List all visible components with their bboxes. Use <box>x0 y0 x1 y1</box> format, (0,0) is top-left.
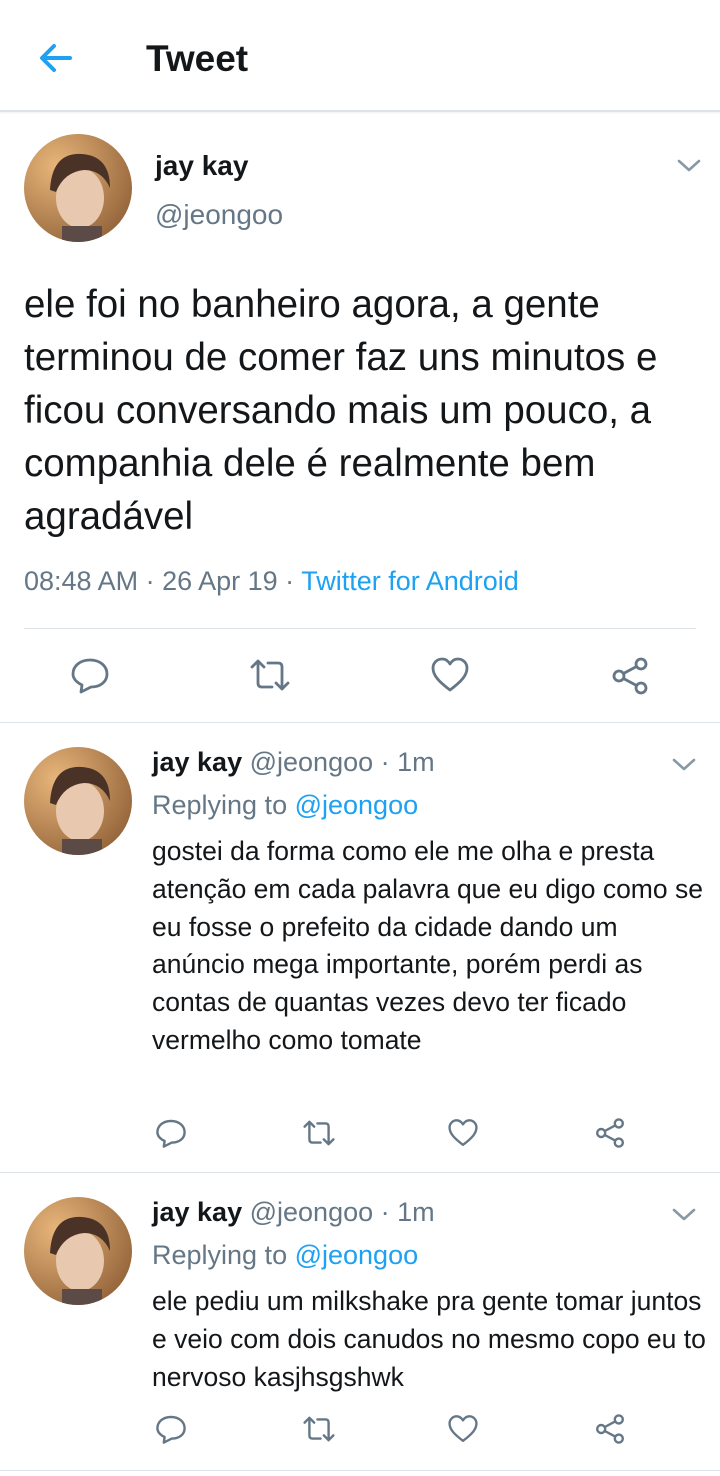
like-button[interactable] <box>447 1414 479 1444</box>
tweet-text: ele foi no banheiro agora, a gente termi… <box>24 283 658 538</box>
dot-separator: · <box>373 747 398 777</box>
page-title: Tweet <box>146 38 249 79</box>
avatar[interactable] <box>24 747 132 855</box>
author-handle[interactable]: @jeongoo <box>250 747 374 777</box>
heart-icon <box>448 1415 478 1443</box>
avatar[interactable] <box>24 134 132 242</box>
share-icon <box>612 657 648 695</box>
replying-handle[interactable]: @jeongoo <box>295 790 419 820</box>
tweet-source[interactable]: Twitter for Android <box>301 566 519 596</box>
avatar-image <box>24 1197 132 1305</box>
reply-bubble-icon <box>156 1119 186 1148</box>
share-icon <box>596 1118 624 1148</box>
replying-to: Replying to @jeongoo <box>152 790 418 821</box>
heart-icon <box>431 657 469 692</box>
back-button[interactable] <box>34 36 78 80</box>
share-button[interactable] <box>610 656 650 696</box>
author-handle[interactable]: @jeongoo <box>250 1197 374 1227</box>
reply-button[interactable] <box>70 655 110 695</box>
divider <box>0 1172 720 1173</box>
like-button[interactable] <box>447 1118 479 1148</box>
retweet-icon <box>303 1120 335 1146</box>
tweet-date: 26 Apr 19 <box>162 566 278 596</box>
author-name[interactable]: jay kay <box>155 150 248 182</box>
retweet-icon <box>250 659 290 691</box>
reply-button[interactable] <box>155 1117 187 1149</box>
author-handle[interactable]: @jeongoo <box>155 199 283 231</box>
retweet-button[interactable] <box>301 1117 337 1149</box>
reply-header: jay kay @jeongoo · 1m <box>152 1197 435 1228</box>
share-button[interactable] <box>594 1117 626 1149</box>
reply-bubble-icon <box>156 1415 186 1444</box>
tweet-time: 08:48 AM <box>24 566 139 596</box>
replying-to: Replying to @jeongoo <box>152 1240 418 1271</box>
author-name[interactable]: jay kay <box>152 1197 242 1227</box>
retweet-button[interactable] <box>248 655 292 695</box>
tweet-time: 1m <box>397 1197 435 1227</box>
heart-icon <box>448 1119 478 1147</box>
reply-header: jay kay @jeongoo · 1m <box>152 747 435 778</box>
tweet-time: 1m <box>397 747 435 777</box>
arrow-left-icon <box>40 44 72 72</box>
share-icon <box>596 1414 624 1444</box>
tweet-meta: 08:48 AM · 26 Apr 19 · Twitter for Andro… <box>24 566 519 597</box>
chevron-down-icon <box>672 1208 696 1221</box>
retweet-icon <box>303 1416 335 1442</box>
replying-label: Replying to <box>152 1240 295 1270</box>
chevron-down-icon <box>672 758 696 771</box>
meta-separator: · <box>138 566 163 596</box>
divider <box>0 1470 720 1471</box>
replying-label: Replying to <box>152 790 295 820</box>
chevron-down-icon <box>677 159 701 172</box>
retweet-button[interactable] <box>301 1413 337 1445</box>
more-options-button[interactable] <box>675 156 703 176</box>
reply-button[interactable] <box>155 1413 187 1445</box>
divider <box>24 628 696 629</box>
reply-text: gostei da forma como ele me olha e prest… <box>152 836 703 1055</box>
meta-separator: · <box>277 566 302 596</box>
avatar-image <box>24 134 132 242</box>
divider <box>0 722 720 723</box>
more-options-button[interactable] <box>670 1205 698 1225</box>
replying-handle[interactable]: @jeongoo <box>295 1240 419 1270</box>
dot-separator: · <box>373 1197 398 1227</box>
share-button[interactable] <box>594 1413 626 1445</box>
avatar[interactable] <box>24 1197 132 1305</box>
more-options-button[interactable] <box>670 755 698 775</box>
reply-bubble-icon <box>71 658 109 694</box>
author-name[interactable]: jay kay <box>152 747 242 777</box>
avatar-image <box>24 747 132 855</box>
reply-text: ele pediu um milkshake pra gente tomar j… <box>152 1286 706 1392</box>
top-bar: Tweet <box>0 0 720 112</box>
like-button[interactable] <box>430 656 470 694</box>
